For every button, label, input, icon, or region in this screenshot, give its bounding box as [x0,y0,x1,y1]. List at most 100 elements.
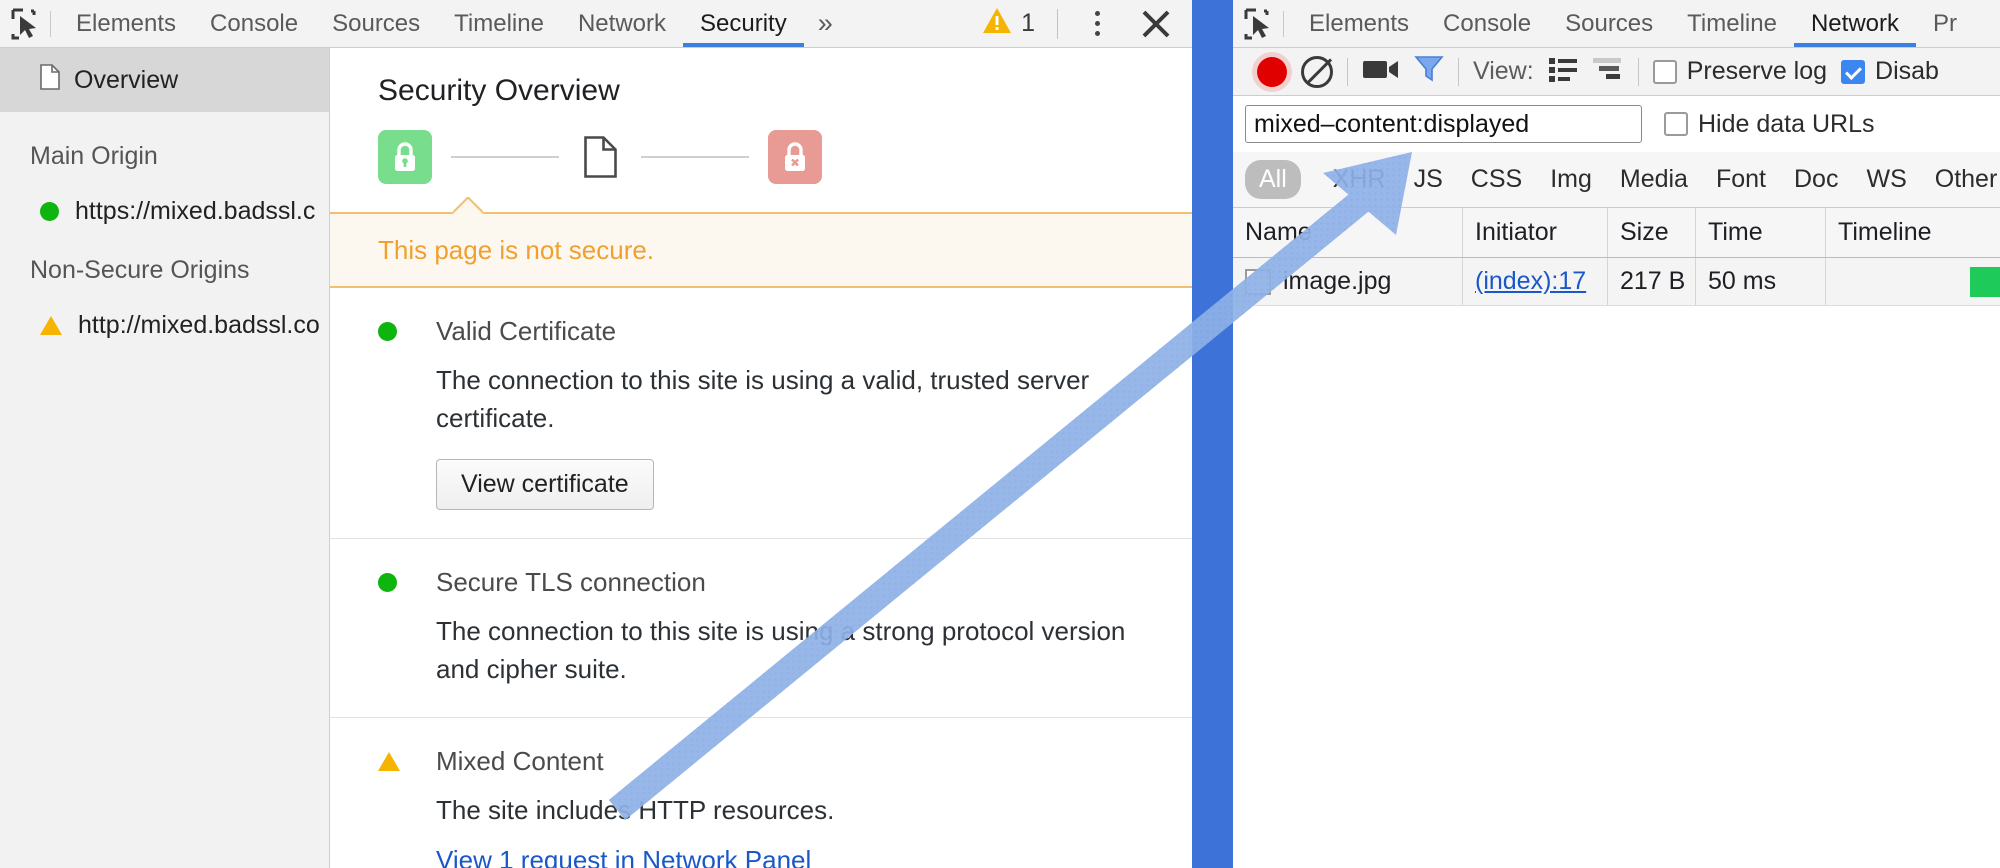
clear-no-entry-icon[interactable] [1301,55,1333,88]
initiator-link[interactable]: (index):17 [1475,267,1586,296]
tab-profiles[interactable]: Pr [1916,0,1974,47]
table-empty-area [1233,306,2000,866]
type-filter-other[interactable]: Other [1921,160,2000,199]
page-document-icon [578,130,622,184]
devtools-network-window: Elements Console Sources Timeline Networ… [1233,0,2000,868]
insecure-lock-icon [768,130,822,184]
section-title: Secure TLS connection [436,567,706,598]
devtools-security-window: Elements Console Sources Timeline Networ… [0,0,1192,868]
column-header-initiator[interactable]: Initiator [1463,208,1608,257]
inspect-cursor-icon[interactable] [1233,1,1283,47]
checkbox-label: Hide data URLs [1698,109,1875,138]
secure-lock-icon [378,130,432,184]
green-dot-icon [40,202,59,221]
right-tabbar: Elements Console Sources Timeline Networ… [1233,0,2000,48]
tabbar-divider [50,10,51,37]
waterfall-view-icon[interactable] [1592,56,1624,87]
type-filter-img[interactable]: Img [1536,160,1606,199]
tab-timeline[interactable]: Timeline [1670,0,1794,47]
cell-size: 217 B [1608,258,1696,305]
list-view-icon[interactable] [1548,56,1578,87]
checkbox-icon [1841,59,1866,84]
request-thumbnail-icon [1245,268,1271,295]
column-header-size[interactable]: Size [1608,208,1696,257]
toolbar-divider [1347,57,1348,86]
type-filter-doc[interactable]: Doc [1780,160,1852,199]
inspect-cursor-icon[interactable] [0,1,50,47]
filmstrip-camera-icon[interactable] [1362,56,1400,87]
security-body: Overview Main Origin https://mixed.badss… [0,48,1192,868]
security-section-mixed-content: Mixed Content The site includes HTTP res… [330,718,1192,868]
sidebar-group-title-nonsecure: Non-Secure Origins [30,256,250,284]
tab-security[interactable]: Security [683,0,804,47]
column-header-name[interactable]: Name [1233,208,1463,257]
tab-label: Console [1443,9,1532,37]
more-tabs-label: » [817,8,833,38]
funnel-filter-icon[interactable] [1414,54,1444,89]
close-icon[interactable] [1136,4,1176,44]
warning-count-group[interactable]: 1 [982,7,1035,41]
type-filter-font[interactable]: Font [1702,160,1780,199]
tab-label: Pr [1933,9,1957,37]
left-tabs: Elements Console Sources Timeline Networ… [59,0,847,47]
more-tabs-icon[interactable]: » [804,0,847,47]
tab-network[interactable]: Network [1793,0,1917,47]
request-name-label: image.jpg [1283,267,1392,295]
sidebar-item-label: Overview [74,65,179,94]
section-header: Secure TLS connection [330,567,1192,598]
tab-elements[interactable]: Elements [59,0,193,47]
tab-sources[interactable]: Sources [1548,0,1670,47]
column-header-timeline[interactable]: Timeline [1826,208,2000,257]
status-badge [378,322,436,341]
network-filter-row: Hide data URLs [1233,96,2000,152]
page-title: Security Overview [378,74,620,107]
tab-label: Network [1810,9,1899,37]
type-filter-media[interactable]: Media [1606,160,1702,199]
window-divider-band [1192,0,1233,868]
record-button-icon[interactable] [1257,56,1287,87]
security-sidebar: Overview Main Origin https://mixed.badss… [0,48,330,868]
tab-network[interactable]: Network [561,0,683,47]
column-header-time[interactable]: Time [1696,208,1826,257]
disable-cache-checkbox[interactable]: Disab [1841,57,1939,86]
checkbox-label: Disab [1875,57,1939,85]
toolbar-divider [1637,57,1639,86]
type-filter-all[interactable]: All [1245,160,1301,199]
amber-triangle-icon [40,316,62,335]
cell-time: 50 ms [1696,258,1826,305]
section-header: Valid Certificate [330,316,1192,347]
tab-elements[interactable]: Elements [1292,0,1426,47]
tab-console[interactable]: Console [193,0,315,47]
type-filter-xhr[interactable]: XHR [1319,160,1400,199]
tab-label: Network [577,9,666,37]
table-row[interactable]: image.jpg (index):17 217 B 50 ms [1233,258,2000,306]
hide-data-urls-checkbox[interactable]: Hide data URLs [1664,110,1874,139]
type-filter-css[interactable]: CSS [1457,160,1536,199]
cell-timeline [1826,258,2000,305]
checkbox-icon [1652,59,1677,84]
type-filter-js[interactable]: JS [1400,160,1457,199]
section-body: The connection to this site is using a v… [330,347,1192,511]
page-document-icon [40,63,60,97]
status-badge [378,751,436,771]
sidebar-origin-nonsecure[interactable]: http://mixed.badssl.co [0,285,329,340]
view-requests-link[interactable]: View 1 request in Network Panel [436,845,811,868]
left-tabbar: Elements Console Sources Timeline Networ… [0,0,1192,48]
cell-name: image.jpg [1233,258,1463,305]
kebab-menu-icon[interactable] [1080,11,1114,36]
preserve-log-checkbox[interactable]: Preserve log [1652,57,1827,86]
view-certificate-button[interactable]: View certificate [436,459,654,511]
security-section-secure-tls: Secure TLS connection The connection to … [330,539,1192,718]
network-requests-table: Name Initiator Size Time Timeline image.… [1233,208,2000,866]
green-dot-icon [378,322,397,341]
type-filter-ws[interactable]: WS [1852,160,1920,199]
filter-input[interactable] [1245,105,1642,143]
sidebar-origin-label: https://mixed.badssl.c [75,197,316,225]
tab-timeline[interactable]: Timeline [437,0,561,47]
tab-sources[interactable]: Sources [315,0,437,47]
tab-console[interactable]: Console [1426,0,1548,47]
sidebar-item-overview[interactable]: Overview [0,48,329,112]
tab-label: Sources [1565,9,1654,37]
sidebar-origin-main[interactable]: https://mixed.badssl.c [0,171,329,226]
amber-triangle-icon [378,751,400,771]
